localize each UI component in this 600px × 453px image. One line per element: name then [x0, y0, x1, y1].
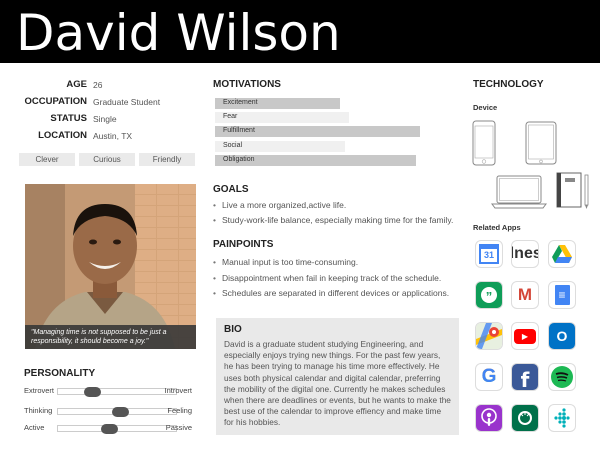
google-docs-icon: ≡	[548, 281, 576, 309]
facebook-icon: f	[511, 363, 539, 391]
motivation-label: Fulfillment	[223, 127, 255, 134]
profile-value: Single	[93, 114, 117, 124]
phone-icon	[472, 120, 496, 166]
scale-right-label: Introvert	[164, 386, 192, 395]
trait-tag: Friendly	[139, 153, 195, 166]
motivations-title: MOTIVATIONS	[213, 79, 281, 90]
painpoint-item: • Manual input is too time-consuming.	[213, 257, 358, 267]
trait-tag: Clever	[19, 153, 75, 166]
hangouts-icon: ”	[475, 281, 503, 309]
google-drive-icon	[548, 240, 576, 268]
bullet-icon: •	[213, 200, 216, 210]
google-maps-icon	[475, 322, 503, 350]
profile-occupation: OCCUPATION Graduate Student	[0, 96, 200, 112]
profile-label: AGE	[66, 79, 87, 90]
profile-value: 26	[93, 80, 103, 90]
goal-text: Live a more organized,active life.	[221, 200, 347, 210]
scale-left-label: Extrovert	[24, 386, 55, 395]
bio-panel: BIO David is a graduate student studying…	[216, 318, 459, 435]
personality-scale: Thinking Feeling	[24, 404, 199, 418]
profile-label: STATUS	[50, 113, 87, 124]
profile-label: OCCUPATION	[24, 96, 87, 107]
painpoint-text: Manual input is too time-consuming.	[221, 257, 359, 267]
profile-status: STATUS Single	[0, 113, 200, 129]
spotify-icon	[548, 363, 576, 391]
personality-scale: Active Passive	[24, 421, 199, 435]
scale-track	[57, 387, 177, 397]
scale-right-label: Passive	[165, 423, 192, 432]
personality-title: PERSONALITY	[24, 368, 96, 379]
bullet-icon: •	[213, 257, 216, 267]
notebook-icon	[556, 172, 589, 209]
scale-knob	[101, 424, 119, 434]
scale-track	[57, 424, 177, 434]
persona-name: David Wilson	[16, 4, 341, 62]
bio-title: BIO	[224, 324, 242, 335]
scale-knob	[111, 407, 129, 417]
gmail-icon: M	[511, 281, 539, 309]
scale-knob	[83, 387, 101, 397]
goals-title: GOALS	[213, 184, 249, 195]
motivation-label: Excitement	[223, 99, 258, 106]
scale-right-label: Feeling	[167, 406, 192, 415]
google-icon: G	[475, 363, 503, 391]
scale-track	[57, 407, 177, 417]
goal-text: Study-work-life balance, especially maki…	[221, 215, 454, 225]
personality-scale: Extrovert Introvert	[24, 384, 199, 398]
goal-item: • Study-work-life balance, especially mak…	[213, 215, 453, 225]
laptop-icon	[491, 175, 547, 209]
youtube-icon: ▶	[511, 322, 539, 350]
scale-left-label: Active	[24, 423, 45, 432]
persona-quote: "Managing time is not supposed to be jus…	[25, 325, 196, 349]
fitbit-icon	[548, 404, 576, 432]
goal-item: • Live a more organized,active life.	[213, 200, 346, 210]
bullet-icon: •	[213, 288, 216, 298]
painpoints-title: PAINPOINTS	[213, 239, 274, 250]
starbucks-icon	[511, 404, 539, 432]
bullet-icon: •	[213, 215, 216, 225]
painpoint-text: Disappointment when fail in keeping trac…	[221, 273, 442, 283]
scale-left-label: Thinking	[24, 406, 53, 415]
painpoint-item: • Disappointment when fail in keeping tra…	[213, 273, 441, 283]
profile-label: LOCATION	[38, 130, 87, 141]
header-banner: David Wilson	[0, 0, 600, 63]
painpoint-text: Schedules are separated in different dev…	[221, 288, 450, 298]
bio-text: David is a graduate student studying Eng…	[224, 339, 451, 428]
trait-tag: Curious	[79, 153, 135, 166]
painpoint-item: • Schedules are separated in different de…	[213, 288, 449, 298]
persona-photo: "Managing time is not supposed to be jus…	[25, 184, 196, 349]
apple-calendar-icon: Wednesday	[511, 240, 539, 268]
motivation-label: Obligation	[223, 156, 255, 163]
tablet-icon	[525, 121, 557, 165]
podcasts-icon	[475, 404, 503, 432]
profile-location: LOCATION Austin, TX	[0, 130, 200, 146]
google-calendar-icon: 31	[475, 240, 503, 268]
motivation-label: Social	[223, 142, 243, 149]
technology-title: TECHNOLOGY	[473, 79, 544, 90]
device-label: Device	[473, 103, 498, 112]
profile-age: AGE 26	[0, 79, 200, 95]
apps-label: Related Apps	[473, 223, 521, 232]
profile-value: Graduate Student	[93, 97, 161, 107]
bullet-icon: •	[213, 273, 216, 283]
profile-value: Austin, TX	[93, 131, 133, 141]
motivation-label: Fear	[223, 113, 238, 120]
outlook-icon: O	[548, 322, 576, 350]
